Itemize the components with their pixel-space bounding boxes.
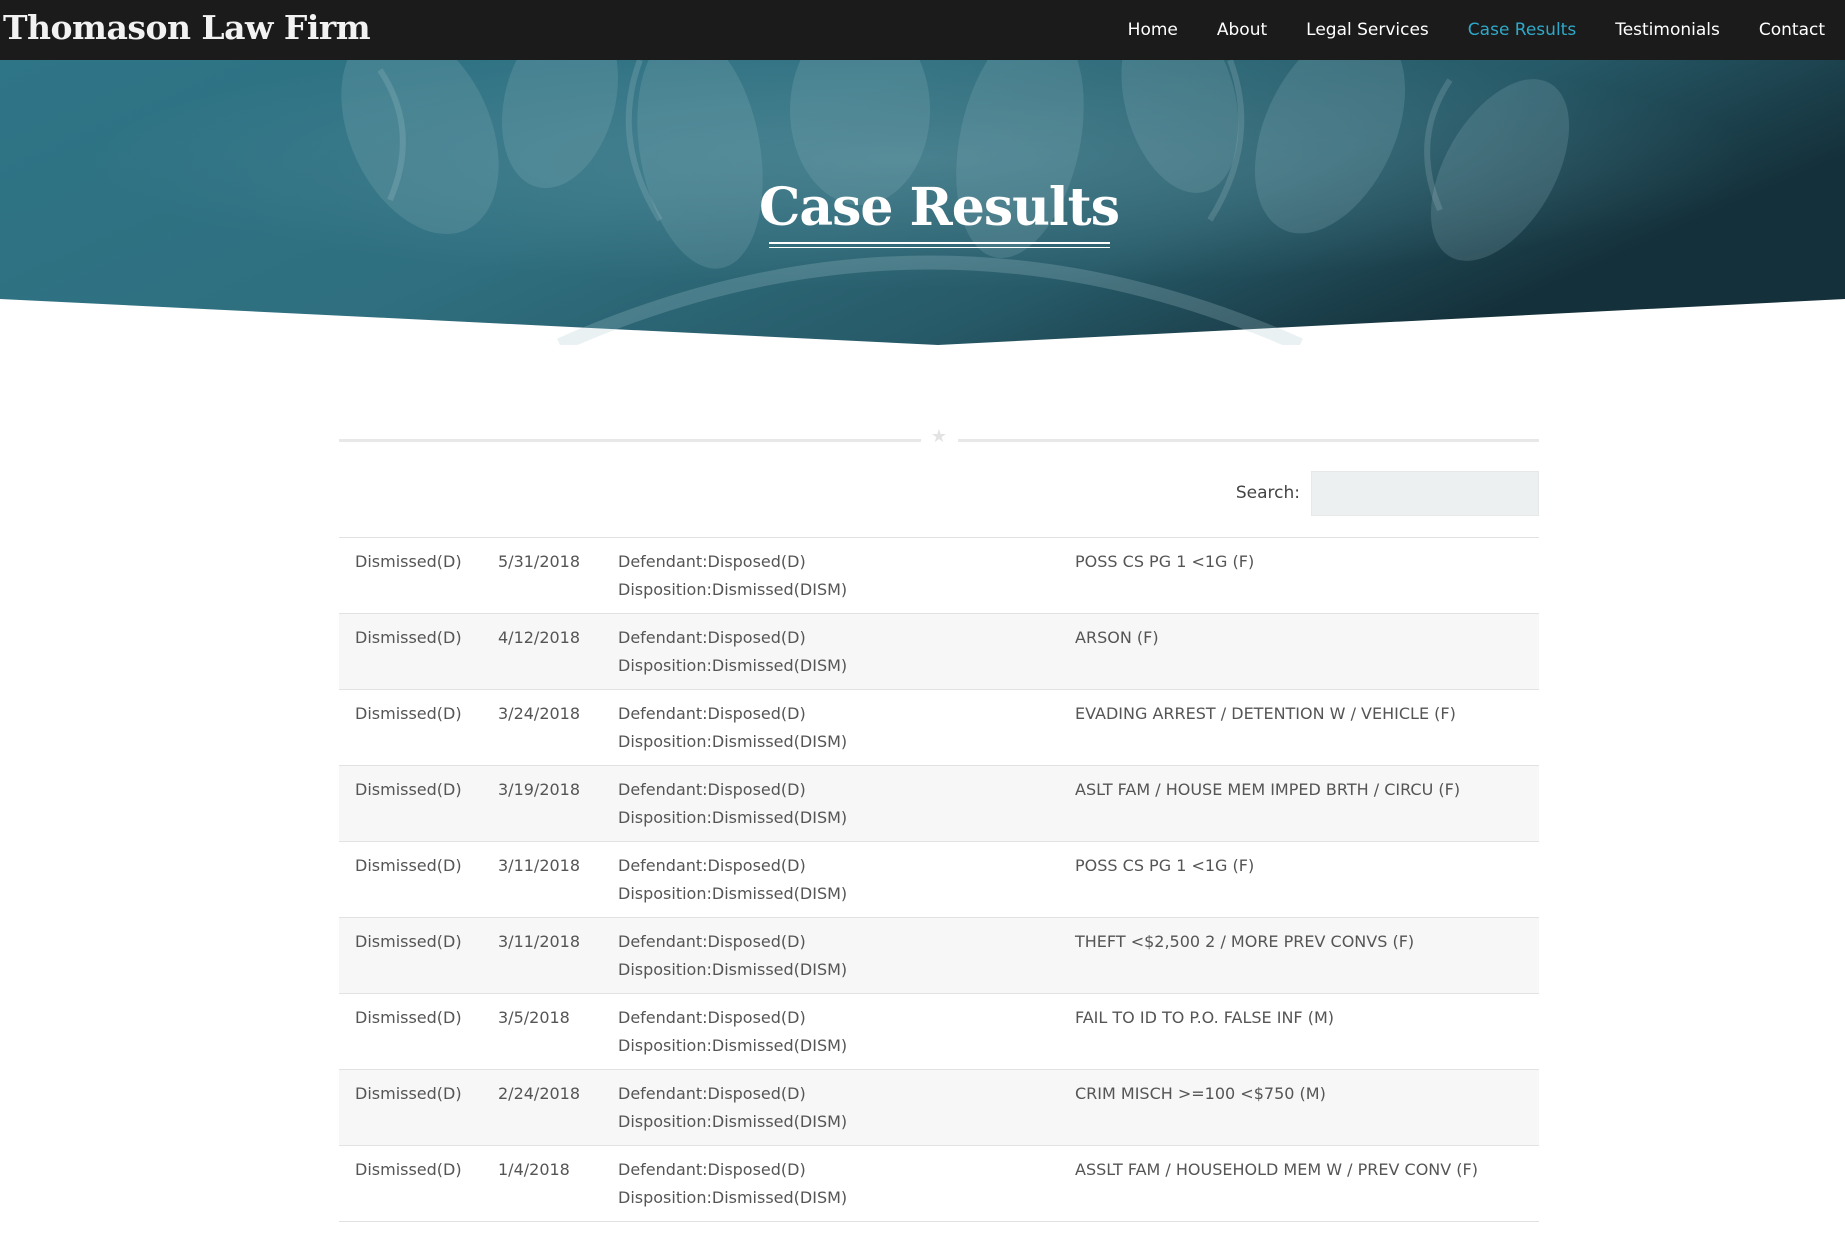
cell-charge: POSS CS PG 1 <1G (F) [1059, 537, 1539, 614]
cell-status: Dismissed(D) [339, 1069, 482, 1146]
section-divider: ★ [339, 420, 1539, 460]
main-nav: Home About Legal Services Case Results T… [1089, 0, 1825, 60]
table-row: Dismissed(D) 2/24/2018 Defendant:Dispose… [339, 1069, 1539, 1146]
cell-date: 1/4/2018 [482, 1145, 602, 1222]
site-brand[interactable]: Thomason Law Firm [3, 8, 371, 47]
case-results-section: ★ Search: Dismissed(D) 5/31/2018 Defenda… [339, 420, 1539, 1222]
defendant-status: Defendant:Disposed(D) [618, 704, 806, 723]
cell-charge: ASLT FAM / HOUSE MEM IMPED BRTH / CIRCU … [1059, 765, 1539, 842]
cell-date: 3/24/2018 [482, 689, 602, 766]
table-row: Dismissed(D) 3/24/2018 Defendant:Dispose… [339, 689, 1539, 766]
search-label: Search: [1235, 483, 1300, 503]
table-row: Dismissed(D) 5/31/2018 Defendant:Dispose… [339, 537, 1539, 614]
disposition-status: Disposition:Dismissed(DISM) [618, 732, 848, 751]
title-underline [769, 242, 1110, 248]
nav-about[interactable]: About [1217, 20, 1267, 40]
cell-status: Dismissed(D) [339, 993, 482, 1070]
cell-disposition: Defendant:Disposed(D) Disposition:Dismiss… [602, 993, 1059, 1070]
table-row: Dismissed(D) 1/4/2018 Defendant:Disposed… [339, 1145, 1539, 1222]
disposition-status: Disposition:Dismissed(DISM) [618, 1036, 848, 1055]
star-icon: ★ [930, 426, 948, 447]
defendant-status: Defendant:Disposed(D) [618, 780, 806, 799]
table-search: Search: [339, 471, 1539, 537]
defendant-status: Defendant:Disposed(D) [618, 1160, 806, 1179]
cell-date: 2/24/2018 [482, 1069, 602, 1146]
cell-status: Dismissed(D) [339, 1145, 482, 1222]
defendant-status: Defendant:Disposed(D) [618, 1084, 806, 1103]
divider-line-left [339, 439, 921, 442]
cell-charge: FAIL TO ID TO P.O. FALSE INF (M) [1059, 993, 1539, 1070]
cell-date: 5/31/2018 [482, 537, 602, 614]
top-navbar: Thomason Law Firm Home About Legal Servi… [0, 0, 1845, 60]
cell-disposition: Defendant:Disposed(D) Disposition:Dismiss… [602, 689, 1059, 766]
case-results-table: Dismissed(D) 5/31/2018 Defendant:Dispose… [339, 537, 1539, 1222]
nav-contact[interactable]: Contact [1759, 20, 1825, 40]
search-input[interactable] [1311, 471, 1539, 516]
cell-status: Dismissed(D) [339, 613, 482, 690]
disposition-status: Disposition:Dismissed(DISM) [618, 884, 848, 903]
cell-charge: POSS CS PG 1 <1G (F) [1059, 841, 1539, 918]
cell-status: Dismissed(D) [339, 917, 482, 994]
cell-disposition: Defendant:Disposed(D) Disposition:Dismiss… [602, 841, 1059, 918]
table-row: Dismissed(D) 3/11/2018 Defendant:Dispose… [339, 841, 1539, 918]
cell-charge: THEFT <$2,500 2 / MORE PREV CONVS (F) [1059, 917, 1539, 994]
disposition-status: Disposition:Dismissed(DISM) [618, 1112, 848, 1131]
cell-status: Dismissed(D) [339, 689, 482, 766]
disposition-status: Disposition:Dismissed(DISM) [618, 960, 848, 979]
nav-home[interactable]: Home [1128, 20, 1178, 40]
disposition-status: Disposition:Dismissed(DISM) [618, 808, 848, 827]
defendant-status: Defendant:Disposed(D) [618, 856, 806, 875]
nav-testimonials[interactable]: Testimonials [1615, 20, 1720, 40]
cell-disposition: Defendant:Disposed(D) Disposition:Dismiss… [602, 1145, 1059, 1222]
defendant-status: Defendant:Disposed(D) [618, 552, 806, 571]
cell-disposition: Defendant:Disposed(D) Disposition:Dismiss… [602, 765, 1059, 842]
cell-date: 4/12/2018 [482, 613, 602, 690]
defendant-status: Defendant:Disposed(D) [618, 1008, 806, 1027]
defendant-status: Defendant:Disposed(D) [618, 628, 806, 647]
cell-date: 3/11/2018 [482, 841, 602, 918]
cell-date: 3/11/2018 [482, 917, 602, 994]
cell-disposition: Defendant:Disposed(D) Disposition:Dismiss… [602, 537, 1059, 614]
page-title: Case Results [759, 177, 1120, 238]
disposition-status: Disposition:Dismissed(DISM) [618, 1188, 848, 1207]
cell-date: 3/19/2018 [482, 765, 602, 842]
cell-status: Dismissed(D) [339, 841, 482, 918]
disposition-status: Disposition:Dismissed(DISM) [618, 656, 848, 675]
cell-date: 3/5/2018 [482, 993, 602, 1070]
cell-disposition: Defendant:Disposed(D) Disposition:Dismiss… [602, 917, 1059, 994]
cell-disposition: Defendant:Disposed(D) Disposition:Dismiss… [602, 1069, 1059, 1146]
cell-charge: CRIM MISCH >=100 <$750 (M) [1059, 1069, 1539, 1146]
cell-charge: ASSLT FAM / HOUSEHOLD MEM W / PREV CONV … [1059, 1145, 1539, 1222]
defendant-status: Defendant:Disposed(D) [618, 932, 806, 951]
nav-case-results[interactable]: Case Results [1468, 20, 1576, 40]
divider-line-right [958, 439, 1539, 442]
nav-legal-services[interactable]: Legal Services [1306, 20, 1429, 40]
cell-status: Dismissed(D) [339, 537, 482, 614]
table-row: Dismissed(D) 3/5/2018 Defendant:Disposed… [339, 993, 1539, 1070]
cell-charge: ARSON (F) [1059, 613, 1539, 690]
table-row: Dismissed(D) 4/12/2018 Defendant:Dispose… [339, 613, 1539, 690]
disposition-status: Disposition:Dismissed(DISM) [618, 580, 848, 599]
cell-disposition: Defendant:Disposed(D) Disposition:Dismiss… [602, 613, 1059, 690]
cell-charge: EVADING ARREST / DETENTION W / VEHICLE (… [1059, 689, 1539, 766]
cell-status: Dismissed(D) [339, 765, 482, 842]
table-row: Dismissed(D) 3/19/2018 Defendant:Dispose… [339, 765, 1539, 842]
table-row: Dismissed(D) 3/11/2018 Defendant:Dispose… [339, 917, 1539, 994]
